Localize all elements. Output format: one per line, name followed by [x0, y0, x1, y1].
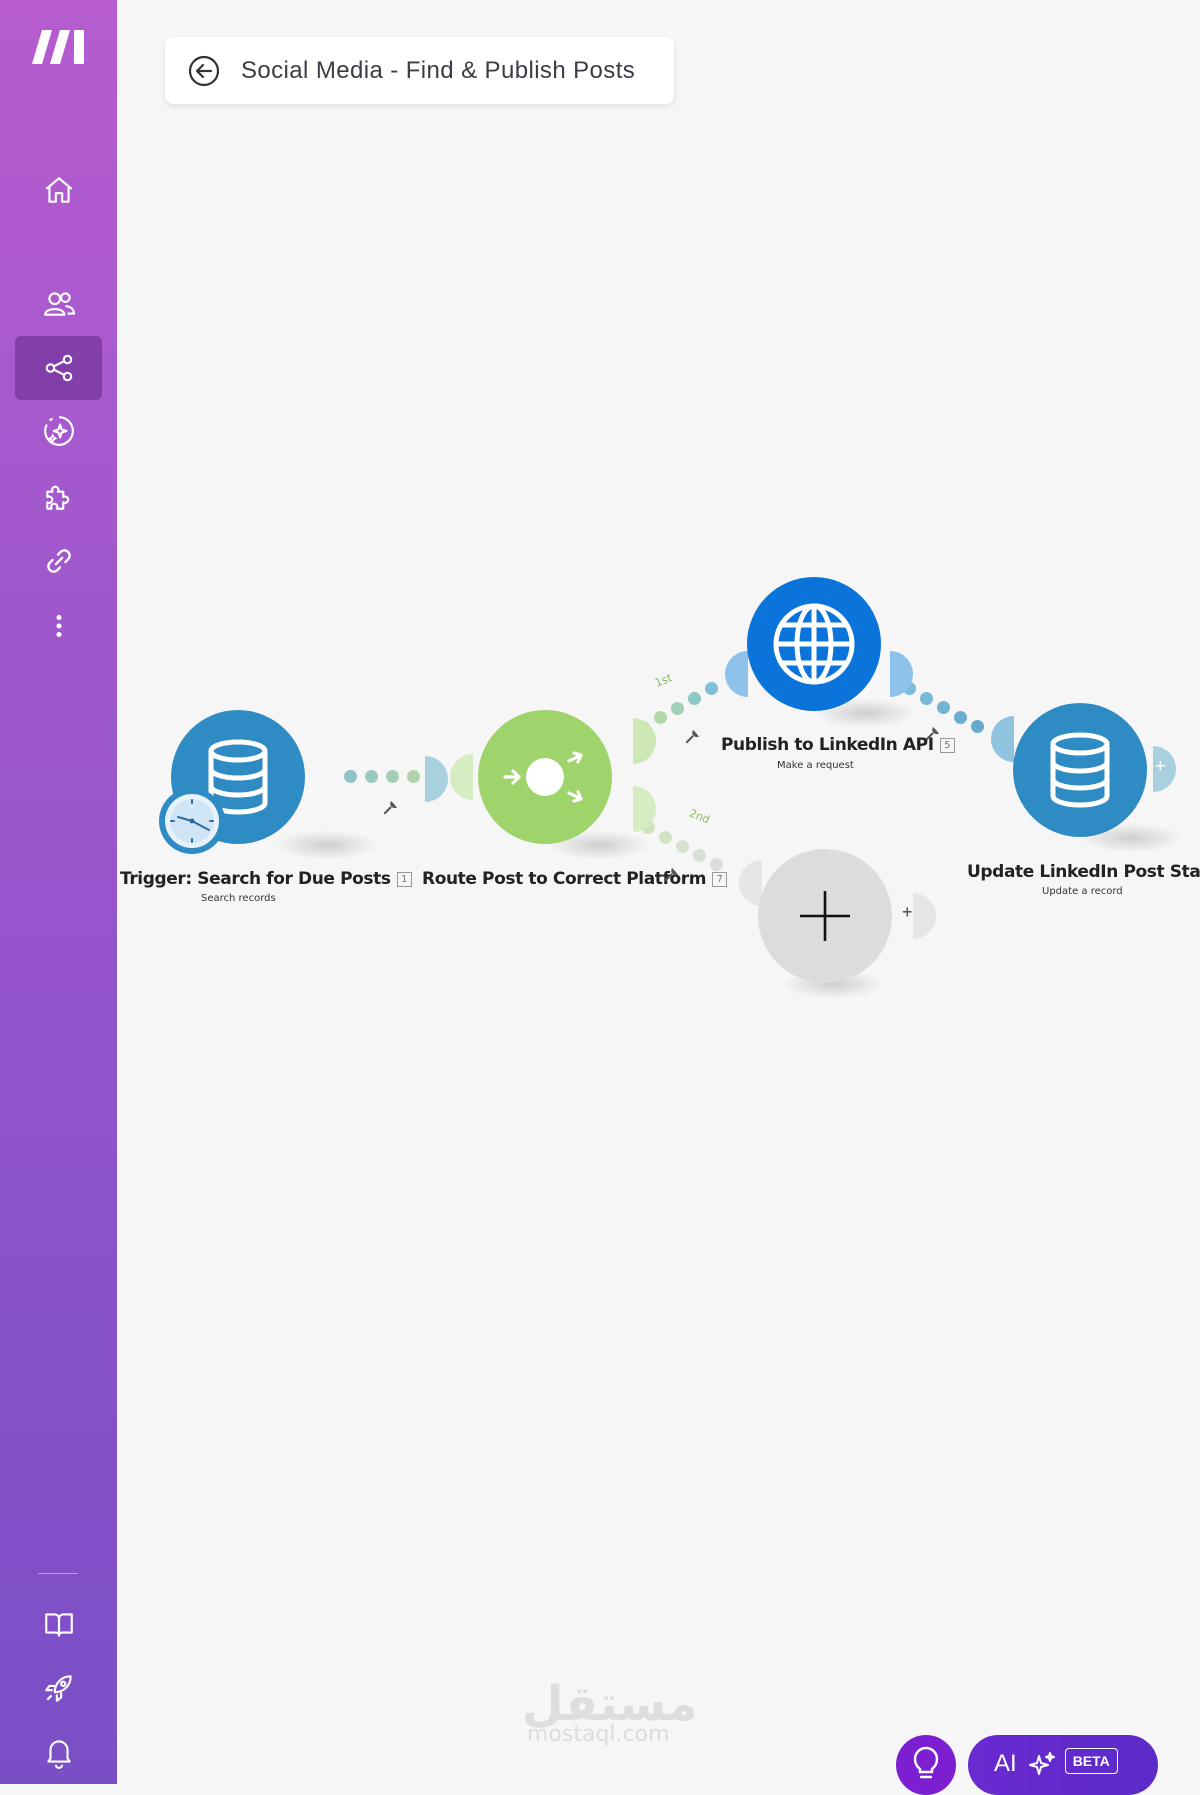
- sparkles-icon: [1028, 1752, 1055, 1775]
- sidebar-divider: [38, 1573, 78, 1574]
- puzzle-icon: [45, 485, 69, 510]
- module-title: Trigger: Search for Due Posts 1: [120, 869, 412, 889]
- sidebar-item-apps[interactable]: [15, 465, 102, 529]
- module-output-ear[interactable]: [633, 718, 656, 764]
- lightbulb-icon: [913, 1746, 939, 1779]
- connector-dot: [659, 831, 672, 844]
- module-title: Update LinkedIn Post Status: [967, 862, 1200, 882]
- connector-dot: [654, 711, 667, 724]
- hints-button[interactable]: [896, 1735, 956, 1795]
- sparkle-circle-icon: [43, 416, 74, 446]
- connector-dot: [407, 770, 420, 783]
- connector-dot: [386, 770, 399, 783]
- sidebar-item-home[interactable]: [15, 158, 102, 222]
- module-title: Route Post to Correct Platform 7: [422, 869, 728, 889]
- module-shadow: [275, 830, 379, 860]
- add-next-icon[interactable]: +: [902, 902, 913, 923]
- ai-label: AI: [994, 1750, 1017, 1777]
- sidebar-item-whats-new[interactable]: [15, 1656, 102, 1720]
- database-icon: [1050, 732, 1110, 808]
- watermark-latin: mostaql.com: [527, 1722, 670, 1747]
- home-icon: [45, 177, 72, 203]
- make-logo-icon[interactable]: [30, 26, 88, 66]
- route-label-2nd: 2nd: [687, 806, 712, 827]
- module-subtitle: Make a request: [777, 760, 854, 771]
- http-module-circle[interactable]: [747, 577, 881, 711]
- connector-dot: [920, 692, 933, 705]
- sidebar-item-connections[interactable]: [15, 529, 102, 593]
- datastore-module-circle[interactable]: [1013, 703, 1147, 837]
- router-module-circle[interactable]: [478, 710, 612, 844]
- bell-icon: [46, 1740, 71, 1769]
- connector-dot: [693, 849, 706, 862]
- module-id-badge: 7: [712, 872, 728, 887]
- team-icon: [43, 292, 75, 316]
- connector-dot: [705, 682, 718, 695]
- connector-dot: [954, 711, 967, 724]
- wrench-icon[interactable]: [664, 867, 679, 882]
- sidebar-item-more[interactable]: [15, 594, 102, 658]
- globe-icon: [773, 603, 855, 685]
- sidebar-item-scenarios[interactable]: [15, 336, 102, 400]
- connector-dot: [971, 720, 984, 733]
- module-output-ear[interactable]: [913, 893, 936, 939]
- connector-dot: [671, 702, 684, 715]
- sidebar: [0, 0, 117, 1784]
- connector-dot: [688, 692, 701, 705]
- sidebar-item-docs[interactable]: [15, 1592, 102, 1656]
- connector-dot: [365, 770, 378, 783]
- wrench-icon[interactable]: [685, 729, 700, 744]
- connector-dot: [937, 701, 950, 714]
- rocket-icon: [44, 1675, 72, 1702]
- wrench-icon[interactable]: [383, 800, 398, 815]
- sidebar-item-ai-agents[interactable]: [15, 399, 102, 463]
- module-output-ear[interactable]: [633, 786, 656, 832]
- link-icon: [46, 549, 71, 573]
- sidebar-item-team[interactable]: [15, 272, 102, 336]
- module-title: Publish to LinkedIn API 5: [721, 735, 955, 755]
- scenario-canvas[interactable]: 1st 2nd Trigger: Search for Due Posts 1 …: [117, 0, 1200, 1784]
- add-module-circle[interactable]: [758, 849, 892, 983]
- module-title-text: Publish to LinkedIn API: [721, 735, 934, 755]
- module-id-badge: 5: [939, 738, 955, 753]
- connector-dot: [344, 770, 357, 783]
- share-icon: [45, 354, 72, 382]
- module-id-badge: 1: [396, 872, 412, 887]
- module-subtitle: Search records: [201, 893, 276, 904]
- book-icon: [44, 1613, 73, 1637]
- clock-schedule-icon[interactable]: [157, 786, 227, 856]
- add-next-icon[interactable]: +: [1155, 756, 1166, 777]
- sidebar-item-notifications[interactable]: [15, 1720, 102, 1784]
- route-label-1st: 1st: [653, 671, 674, 690]
- more-vertical-icon: [55, 614, 62, 638]
- router-icon: [503, 751, 583, 803]
- ai-assistant-button[interactable]: AI BETA: [968, 1735, 1158, 1795]
- plus-icon: [800, 891, 850, 941]
- connector-dot: [676, 840, 689, 853]
- module-subtitle: Update a record: [1042, 886, 1123, 897]
- module-title-text: Trigger: Search for Due Posts: [120, 869, 391, 889]
- beta-badge: BETA: [1064, 1748, 1118, 1774]
